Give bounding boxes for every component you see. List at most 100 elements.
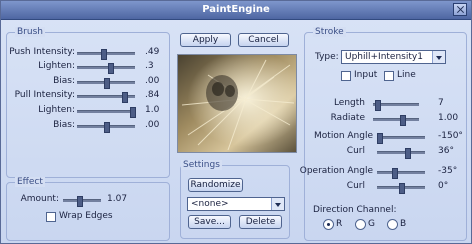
save-button[interactable]: Save... [188,215,231,229]
pull-intensity-slider[interactable] [77,92,135,103]
brush-row-bias: Bias: .00 [7,75,171,89]
apply-label: Apply [192,35,219,45]
amount-label: Amount: [20,194,59,204]
radiate-slider[interactable] [373,115,419,126]
brush-row-push-intensity: Push Intensity: .49 [7,46,171,60]
brush-label: Bias: [53,76,75,86]
slider-thumb[interactable] [375,100,381,111]
chevron-down-icon[interactable] [432,51,445,63]
slider-thumb[interactable] [77,196,83,207]
brush-value: .00 [145,120,160,130]
channel-g-radio[interactable] [355,219,366,230]
brush-row-pull-intensity: Pull Intensity: .84 [7,89,171,103]
save-label: Save... [194,217,225,227]
curl-slider[interactable] [377,148,425,159]
lighten-slider-2[interactable] [77,107,136,118]
slider-thumb[interactable] [104,122,110,133]
stroke-value: -150° [438,131,463,141]
brush-row-bias-2: Bias: .00 [7,119,171,133]
slider-thumb[interactable] [104,78,110,89]
stroke-label: Length [333,98,365,108]
curl-slider-2[interactable] [377,183,425,194]
settings-group: Settings Randomize <none> Save... Delete [180,160,290,239]
stroke-row-operation-angle: Operation Angle -35° [300,165,468,179]
channel-b-radio[interactable] [387,219,398,230]
stroke-type-select[interactable]: Uphill+Intensity1 [341,50,446,64]
preview-canvas [178,55,296,152]
stroke-label: Operation Angle [299,166,373,176]
direction-channel-label: Direction Channel: [313,205,397,215]
brush-value: .84 [145,90,160,100]
stroke-group-label: Stroke [313,27,346,37]
delete-button[interactable]: Delete [239,215,282,229]
bias-slider[interactable] [77,78,135,89]
stroke-value: 7 [438,98,444,108]
stroke-row-length: Length 7 [305,97,468,111]
randomize-button[interactable]: Randomize [188,178,243,192]
line-label: Line [397,70,416,80]
stroke-value: 1.00 [438,113,459,123]
bias-slider-2[interactable] [77,122,135,133]
slider-thumb[interactable] [122,92,128,103]
slider-thumb[interactable] [108,63,114,74]
chevron-down-icon[interactable] [271,198,284,210]
effect-group: Effect Amount: 1.07 Wrap Edges [6,177,171,241]
brush-group-label: Brush [15,27,45,37]
stroke-label: Curl [346,181,365,191]
brush-row-lighten: Lighten: .3 [7,60,171,74]
window-title: PaintEngine [202,4,270,15]
motion-angle-slider[interactable] [377,133,425,144]
brush-group: Brush Push Intensity: .49 Lighten: .3 Bi… [6,27,171,178]
brush-label: Bias: [53,120,75,130]
slider-thumb[interactable] [101,49,107,60]
paint-engine-window: PaintEngine Brush Push Intensity: .49 Li… [0,0,472,244]
slider-thumb[interactable] [130,107,136,118]
operation-angle-slider[interactable] [377,168,425,179]
settings-group-label: Settings [181,160,222,170]
stroke-row-motion-angle: Motion Angle -150° [305,130,468,144]
slider-thumb[interactable] [377,133,383,144]
channel-g-label: G [368,219,375,229]
stroke-type-value: Uphill+Intensity1 [345,52,423,62]
apply-button[interactable]: Apply [180,33,231,47]
randomize-label: Randomize [190,180,241,190]
stroke-row-curl-2: Curl 0° [305,180,468,194]
effect-group-label: Effect [15,177,45,187]
close-icon[interactable] [453,3,467,16]
lighten-slider[interactable] [77,63,135,74]
type-label: Type: [315,52,339,62]
brush-label: Lighten: [38,105,75,115]
input-label: Input [354,70,378,80]
slider-thumb[interactable] [400,115,406,126]
settings-select-value: <none> [191,199,229,209]
stroke-value: -35° [438,166,458,176]
brush-value: .00 [145,76,160,86]
cancel-label: Cancel [248,35,279,45]
stroke-label: Radiate [330,113,365,123]
preview-image [177,54,297,153]
stroke-label: Motion Angle [314,131,373,141]
slider-thumb[interactable] [399,183,405,194]
wrap-edges-checkbox[interactable] [46,212,56,222]
channel-r-label: R [336,219,343,229]
push-intensity-slider[interactable] [77,49,135,60]
slider-thumb[interactable] [392,168,398,179]
stroke-row-radiate: Radiate 1.00 [305,112,468,126]
stroke-value: 0° [438,181,449,191]
settings-select[interactable]: <none> [187,197,285,211]
brush-label: Push Intensity: [9,47,75,57]
title-bar[interactable]: PaintEngine [1,1,471,20]
amount-slider[interactable] [63,196,101,207]
channel-r-radio[interactable] [323,219,334,230]
stroke-row-curl: Curl 36° [305,145,468,159]
slider-thumb[interactable] [405,148,411,159]
brush-label: Pull Intensity: [14,90,75,100]
cancel-button[interactable]: Cancel [238,33,289,47]
length-slider[interactable] [373,100,419,111]
channel-b-label: B [400,219,407,229]
line-checkbox[interactable] [384,71,394,81]
amount-value: 1.07 [107,194,128,204]
input-checkbox[interactable] [341,71,351,81]
effect-row-amount: Amount: 1.07 [7,193,171,207]
stroke-group: Stroke Type: Uphill+Intensity1 Input Lin… [300,27,468,241]
